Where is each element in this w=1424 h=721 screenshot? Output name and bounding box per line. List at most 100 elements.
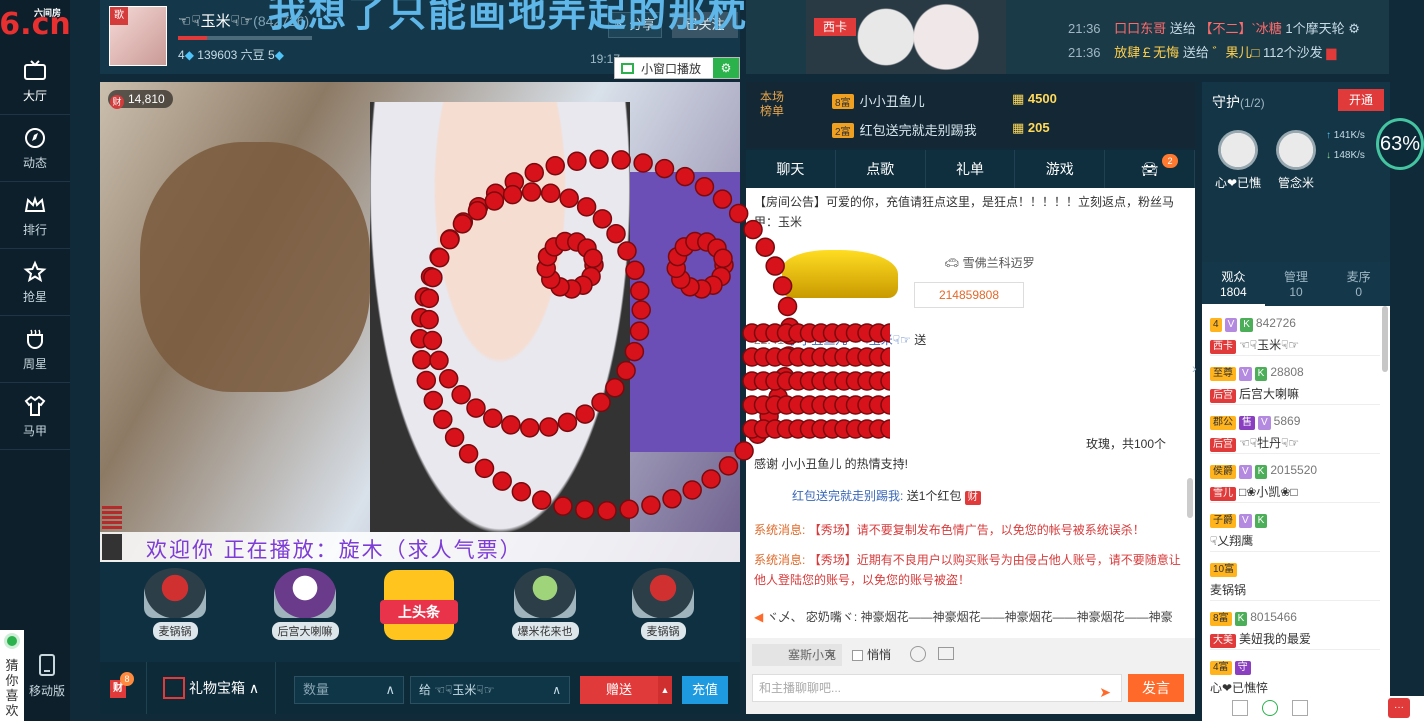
tab-giftlist[interactable]: 礼单 — [926, 150, 1016, 188]
chat-input[interactable]: 和主播聊聊吧... ➤ — [752, 674, 1122, 702]
nav-item-vest[interactable]: 马甲 — [0, 383, 70, 450]
chat-input-area: 塞斯小克 ✕ 悄悄 和主播聊聊吧... ➤ 发言 — [746, 638, 1195, 714]
tab-cars[interactable]: 🚘︎ 2 — [1105, 150, 1195, 188]
collapse-arrow-icon[interactable]: › — [1192, 360, 1202, 390]
tab-mic-queue[interactable]: 麦序 0 — [1327, 262, 1390, 306]
session-rank-panel: 本场榜单 8富 小小丑鱼儿 ▦ 4500 2富 红包送完就走别踢我 ▦ 205 — [746, 82, 1195, 148]
image-icon[interactable] — [938, 647, 954, 660]
sofa-icon: ▆ — [1326, 45, 1337, 60]
audience-row[interactable]: 至尊 V K 28808 后宫 后宫大喇嘛 — [1210, 359, 1380, 405]
tab-label: 麦序 — [1346, 270, 1371, 284]
guard-title: 守护(1/2) — [1212, 92, 1265, 112]
chat-scrollbar[interactable] — [1187, 478, 1193, 518]
guess-you-like-tab[interactable]: 猜你喜欢 — [0, 630, 24, 721]
msg-to[interactable]: ☜☟玉米☟☞ — [851, 333, 911, 347]
video-sign — [630, 172, 740, 452]
shirt-icon — [24, 395, 46, 416]
rank-row[interactable]: 2富 红包送完就走别踢我 ▦ 205 — [832, 120, 1172, 142]
thanks-message: 感谢 小小丑鱼儿 的热情支持! — [754, 457, 909, 471]
nav-label: 马甲 — [22, 423, 47, 438]
audience-row[interactable]: 10富 麦锅锅 — [1210, 555, 1380, 601]
room-announcement[interactable]: 【房间公告】可爱的你，充值请狂点这里，是狂点！！！！！立刻返点，粉丝马甲：玉米 — [754, 192, 1184, 232]
nav-item-weekly[interactable]: 周星 — [0, 316, 70, 383]
nav-item-star[interactable]: 抢星 — [0, 249, 70, 316]
gift-item[interactable]: 爆米花来也 — [500, 568, 590, 656]
user-badge: K — [1234, 612, 1248, 626]
tab-song[interactable]: 点歌 — [836, 150, 926, 188]
ticker-from[interactable]: 放肆￡无悔 — [1114, 45, 1179, 60]
video-player[interactable]: 财 14,810 欢迎你 正在播放：旋木（求人气票） — [100, 82, 740, 562]
headline-button[interactable]: 上头条 — [380, 570, 458, 640]
speed-up: 141K/s — [1333, 130, 1365, 141]
audience-line2: ☟乂翔鹰 — [1210, 532, 1253, 549]
chat-ticker-text: ヾ乄、 宓奶嘴ヾ: 神豪烟花——神豪烟花——神豪烟花——神豪烟花——神豪 — [766, 610, 1173, 624]
mail-icon[interactable] — [1232, 700, 1248, 716]
audience-row[interactable]: 4 V K 842726 西卡 ☜☟玉米☟☞ — [1210, 310, 1380, 356]
chat-target-chip[interactable]: 塞斯小克 ✕ — [752, 644, 842, 666]
network-percent-gauge[interactable]: 63% — [1376, 118, 1424, 170]
checkbox-box — [852, 650, 863, 661]
guard-member[interactable]: 心❤已憔 — [1208, 130, 1268, 191]
audience-scrollbar[interactable] — [1382, 306, 1388, 372]
message-icon[interactable]: ··· — [1388, 698, 1410, 718]
host-avatar[interactable]: 歌 — [109, 6, 167, 66]
guard-name: 心❤已憔 — [1214, 176, 1262, 190]
gift-item[interactable]: 后宫大喇嘛 — [260, 568, 350, 656]
volume-icon[interactable] — [102, 506, 122, 530]
close-icon[interactable]: ✕ — [826, 644, 836, 666]
user-name: 后宫大喇嘛 — [1239, 387, 1300, 401]
quantity-select[interactable]: 数量 ∧ — [294, 676, 404, 704]
site-logo[interactable]: 6.cn 六间房 — [0, 0, 71, 48]
guard-member[interactable]: 管念米 — [1266, 130, 1326, 191]
recipient-select[interactable]: 给 ☜☟玉米☟☞ ∧ — [410, 676, 570, 704]
nav-item-hall[interactable]: 大厅 — [0, 48, 70, 115]
giftbox-button[interactable]: 礼物宝箱 ∧ — [146, 662, 276, 714]
cup-icon — [27, 329, 43, 349]
gift-item[interactable]: 麦锅锅 — [618, 568, 708, 656]
redpack-icon[interactable]: 财 — [964, 491, 981, 505]
nav-item-feed[interactable]: 动态 — [0, 115, 70, 182]
check-icon[interactable] — [1262, 700, 1278, 716]
tab-label: 观众 — [1221, 270, 1246, 284]
ticker-to[interactable]: 【不二】`冰糖 — [1199, 21, 1281, 36]
audience-row[interactable]: 侯爵 V K 2015520 雪儿 □❀小凯❀□ — [1210, 457, 1380, 503]
tab-count: 0 — [1355, 285, 1363, 299]
audience-row[interactable]: 子爵 V K ☟乂翔鹰 — [1210, 506, 1380, 552]
mic-icon[interactable] — [102, 534, 122, 560]
mini-window-button[interactable]: 小窗口播放 ⚙ — [614, 57, 740, 79]
gift-item[interactable]: 麦锅锅 — [130, 568, 220, 656]
ticker-to[interactable]: ゛果儿□ — [1212, 45, 1259, 60]
send-options-dropdown[interactable]: ▲ — [658, 676, 672, 704]
emoji-icon[interactable] — [910, 646, 926, 662]
audience-row[interactable]: 郡公售 V 5869 后宫 ☜☟牡丹☟☞ — [1210, 408, 1380, 454]
tab-audience[interactable]: 观众 1804 — [1202, 262, 1265, 306]
nav-label: 动态 — [22, 155, 47, 170]
rank-level: 2富 — [832, 123, 854, 138]
tab-chat[interactable]: 聊天 — [746, 150, 836, 188]
open-guard-button[interactable]: 开通 — [1338, 89, 1384, 111]
send-gift-button[interactable]: 赠送 — [580, 676, 658, 704]
ticker-from[interactable]: 口口东哥 — [1114, 21, 1166, 36]
chat-panel: 【房间公告】可爱的你，充值请狂点这里，是狂点！！！！！立刻返点，粉丝马甲：玉米 … — [746, 188, 1195, 638]
whisper-checkbox[interactable]: 悄悄 — [852, 646, 891, 663]
chat-send-button[interactable]: 发言 — [1128, 674, 1184, 702]
msg-from[interactable]: 小小丑鱼儿 — [787, 333, 847, 347]
nav-item-rank[interactable]: 排行 — [0, 182, 70, 249]
fan-badge: 西卡 — [1210, 340, 1236, 354]
recharge-button[interactable]: 充值 — [682, 676, 728, 704]
audience-row[interactable]: 4富守心❤已憔悴 — [1210, 653, 1380, 699]
coin-icon[interactable]: 财 8 — [110, 672, 134, 698]
redpack-from[interactable]: 红包送完就走别踢我: — [792, 489, 903, 503]
rank-row[interactable]: 8富 小小丑鱼儿 ▦ 4500 — [832, 91, 1172, 113]
mobile-version-link[interactable]: 移动版 — [24, 650, 70, 710]
people-icon[interactable] — [1292, 700, 1308, 716]
chat-placeholder: 和主播聊聊吧... — [759, 681, 842, 695]
gear-icon[interactable]: ⚙ — [713, 58, 739, 78]
gift-send-bar: 财 8 礼物宝箱 ∧ 数量 ∧ 给 ☜☟玉米☟☞ ∧ 赠送 ▲ 充值 — [100, 662, 740, 714]
recipient-label: 给 ☜☟玉米☟☞ — [419, 683, 495, 697]
rank-score-value: 4500 — [1027, 91, 1057, 106]
tab-admins[interactable]: 管理 10 — [1265, 262, 1328, 306]
tab-games[interactable]: 游戏 — [1015, 150, 1106, 188]
audience-row[interactable]: 8富 K 8015466 大美 美妞我的最爱 — [1210, 604, 1380, 650]
couple-icon — [514, 568, 576, 618]
